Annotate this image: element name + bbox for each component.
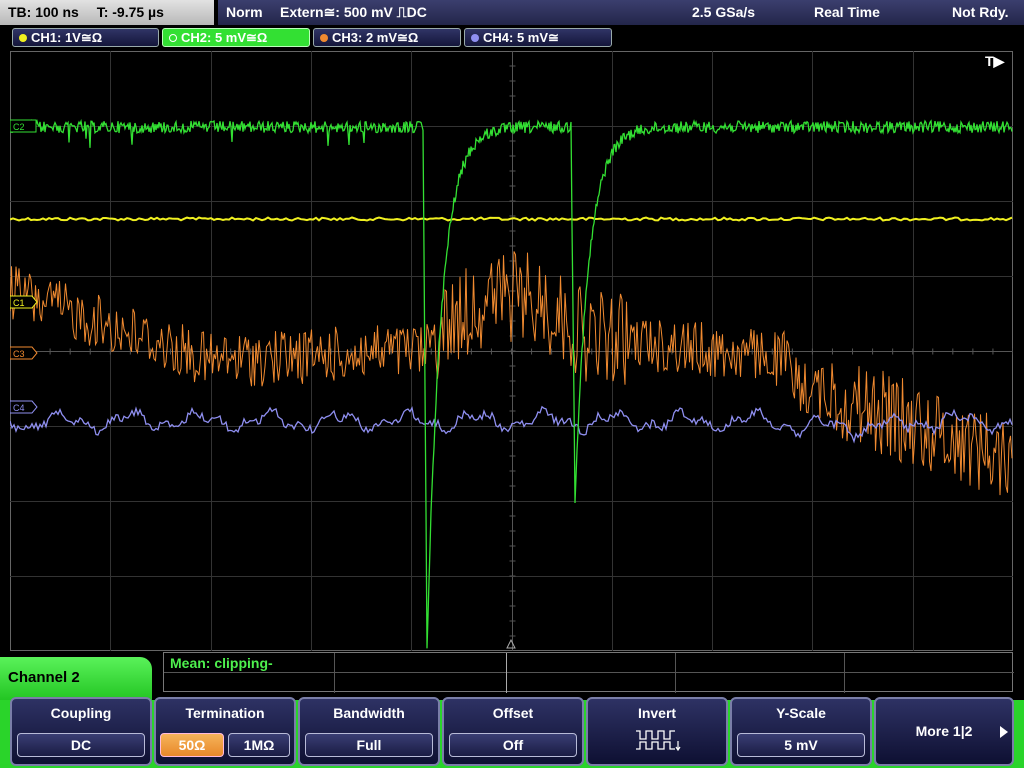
ch2-tab-label: CH2: 5 mV≅Ω	[181, 30, 268, 45]
channel-tab-ch1[interactable]: CH1: 1V≅Ω	[12, 28, 159, 47]
inverted-square-wave-icon	[636, 730, 681, 752]
measurement-result: Mean: clipping-	[170, 655, 273, 671]
coupling-title: Coupling	[50, 705, 112, 721]
termination-50ohm-option[interactable]: 50Ω	[160, 733, 224, 757]
y-scale-softkey[interactable]: Y-Scale 5 mV	[730, 697, 872, 766]
y-scale-value[interactable]: 5 mV	[737, 733, 865, 757]
channel-tab-ch3[interactable]: CH3: 2 mV≅Ω	[313, 28, 461, 47]
active-channel-label: Channel 2	[0, 657, 152, 701]
coupling-softkey[interactable]: Coupling DC	[10, 697, 152, 766]
right-arrow-icon	[1000, 726, 1008, 738]
timebase-readout: TB: 100 ns	[8, 4, 79, 20]
channel-tab-ch2[interactable]: CH2: 5 mV≅Ω	[162, 28, 310, 47]
ch3-offset-marker[interactable]: C3	[10, 346, 38, 360]
y-scale-title: Y-Scale	[776, 705, 826, 721]
offset-title: Offset	[492, 705, 534, 721]
channel-tab-ch4[interactable]: CH4: 5 mV≅	[464, 28, 612, 47]
invert-title: Invert	[637, 705, 677, 721]
termination-softkey[interactable]: Termination 50Ω 1MΩ	[154, 697, 296, 766]
invert-softkey[interactable]: Invert	[586, 697, 728, 766]
bandwidth-title: Bandwidth	[333, 705, 405, 721]
offset-softkey[interactable]: Offset Off	[442, 697, 584, 766]
trigger-position-marker[interactable]: T▶	[985, 53, 1006, 69]
ch1-tab-label: CH1: 1V≅Ω	[31, 30, 103, 45]
sample-rate: 2.5 GSa/s	[692, 4, 756, 20]
ch3-tab-label: CH3: 2 mV≅Ω	[332, 30, 419, 45]
svg-text:C3: C3	[13, 349, 25, 359]
ch4-tab-label: CH4: 5 mV≅	[483, 30, 559, 45]
measurement-grid	[164, 653, 1014, 693]
bandwidth-value[interactable]: Full	[305, 733, 433, 757]
trigger-mode: Norm	[226, 4, 263, 20]
svg-text:C4: C4	[13, 403, 25, 413]
ch2-offset-marker[interactable]: C2	[10, 119, 37, 133]
svg-text:C2: C2	[13, 122, 25, 132]
trigger-source: Extern≅: 500 mV ⎍DC	[280, 4, 427, 20]
trigger-time-readout: T: -9.75 µs	[96, 4, 164, 20]
trigger-status-strip[interactable]: Norm Extern≅: 500 mV ⎍DC 2.5 GSa/s Real …	[218, 0, 1024, 25]
timebase-box[interactable]: TB: 100 ns T: -9.75 µs	[0, 0, 214, 25]
top-status-bar: TB: 100 ns T: -9.75 µs Norm Extern≅: 500…	[0, 0, 1024, 25]
waveform-display[interactable]: C2 C1 C3 C4 T▶	[10, 51, 1013, 651]
more-label: More 1|2	[915, 723, 973, 739]
termination-1mohm-option[interactable]: 1MΩ	[228, 733, 290, 757]
ch4-color-dot	[471, 34, 479, 42]
ch1-color-dot	[19, 34, 27, 42]
termination-title: Termination	[185, 705, 265, 721]
bandwidth-softkey[interactable]: Bandwidth Full	[298, 697, 440, 766]
offset-value[interactable]: Off	[449, 733, 577, 757]
svg-text:C1: C1	[13, 298, 25, 308]
ch2-color-dot	[169, 34, 177, 42]
ch1-offset-marker[interactable]: C1	[10, 295, 38, 309]
ch4-offset-marker[interactable]: C4	[10, 400, 38, 414]
ch3-color-dot	[320, 34, 328, 42]
measurement-panel: Mean: clipping-	[163, 652, 1014, 693]
run-state: Not Rdy.	[952, 4, 1009, 20]
coupling-value[interactable]: DC	[17, 733, 145, 757]
acquisition-mode: Real Time	[814, 4, 880, 20]
more-softkey[interactable]: More 1|2	[874, 697, 1014, 766]
